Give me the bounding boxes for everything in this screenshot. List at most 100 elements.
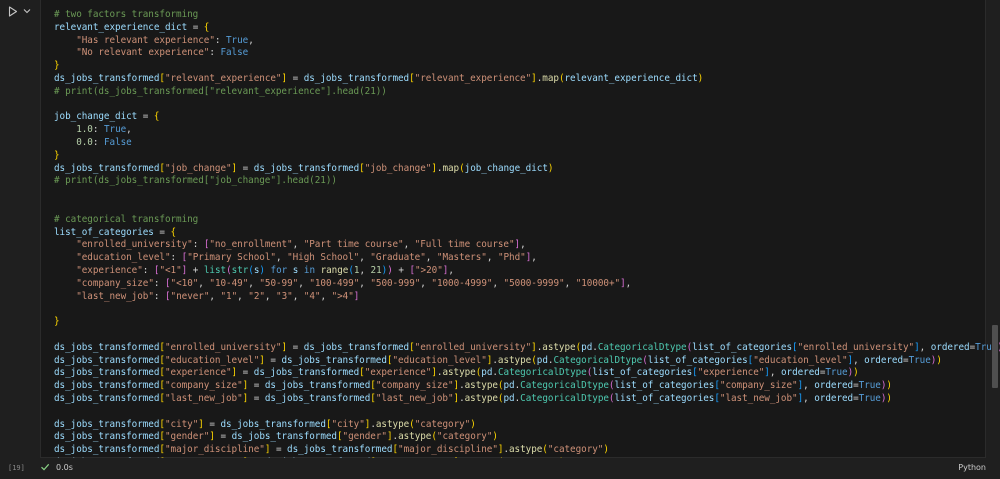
code-token: job_change_dict (54, 111, 138, 123)
code-token: ds_jobs_transformed (287, 444, 393, 456)
code-token: : (153, 277, 165, 289)
code-token: , (625, 277, 632, 289)
code-token: list_of_categories (692, 341, 792, 353)
code-line: 1.0: True, (54, 124, 1000, 137)
check-icon (40, 462, 50, 472)
code-token: , (264, 290, 277, 302)
code-editor[interactable]: # two factors transforming relevant_exper… (54, 9, 1000, 470)
code-token: ordered (864, 354, 904, 366)
run-icon[interactable] (6, 4, 20, 18)
code-token: "last_new_job" (375, 392, 454, 404)
chevron-down-icon[interactable] (22, 6, 32, 16)
code-token: , (769, 367, 781, 379)
run-controls (6, 4, 32, 18)
code-token: { (153, 111, 160, 123)
code-token: "gender" (164, 431, 210, 443)
code-token: : (142, 264, 154, 276)
code-token: list_of_categories (614, 392, 715, 404)
code-token: "education_level" (76, 252, 171, 264)
code-token: "job_change" (164, 162, 232, 174)
code-line: "experience": ["<1"] + list(str(s) for s… (54, 265, 1000, 278)
code-token: map (442, 162, 460, 174)
code-token: ds_jobs_transformed (220, 418, 326, 430)
code-token: list_of_categories (614, 380, 715, 392)
code-token: ordered (930, 341, 970, 353)
code-token: ) (886, 392, 892, 404)
code-token: "company_size" (76, 277, 154, 289)
code-token: str (231, 264, 249, 276)
code-token: CategoricalDtype (520, 380, 609, 392)
code-token: = (237, 367, 254, 379)
scrollbar-thumb[interactable] (992, 325, 998, 388)
code-token: ) (492, 431, 498, 443)
code-token: , (237, 290, 249, 302)
code-token: map (542, 72, 559, 84)
code-token: : (92, 136, 104, 148)
code-line: job_change_dict = { (54, 111, 1000, 124)
code-token: , (248, 34, 254, 46)
code-token: , (359, 252, 371, 264)
code-token: # two factors transforming (54, 9, 199, 20)
code-token: astype (542, 341, 576, 353)
code-token: ds_jobs_transformed (231, 431, 337, 443)
code-token: , (248, 277, 260, 289)
code-token: ) (547, 162, 554, 174)
code-token: "enrolled_university" (797, 341, 915, 353)
code-token: "1000-4999" (431, 277, 493, 289)
code-token: ">20" (415, 264, 443, 276)
code-token: = (248, 392, 265, 404)
code-token: "Primary School" (187, 252, 276, 264)
code-line: ds_jobs_transformed["job_change"] = ds_j… (54, 163, 1000, 176)
code-token: "experience" (76, 264, 143, 276)
code-token: ds_jobs_transformed (54, 72, 160, 84)
code-token: range (320, 264, 349, 276)
code-token: "city" (164, 418, 199, 430)
code-token: # categorical transforming (54, 213, 199, 225)
code-line: ds_jobs_transformed["enrolled_university… (54, 342, 1000, 355)
code-token: True (226, 34, 249, 46)
code-token: "1" (220, 290, 238, 302)
code-token: "High School" (287, 252, 360, 264)
code-token: = (237, 162, 254, 174)
code-line: ds_jobs_transformed["relevant_experience… (54, 73, 1000, 86)
code-token: { (203, 21, 210, 33)
code-token: in (303, 264, 315, 276)
code-token: : (92, 124, 104, 136)
code-token: ds_jobs_transformed (54, 444, 160, 456)
code-token: "500-999" (370, 277, 421, 289)
code-token: : (153, 290, 165, 302)
code-token: "Phd" (497, 252, 526, 264)
code-token: "never" (170, 290, 210, 302)
code-token: "education_level" (164, 354, 260, 366)
code-token: ds_jobs_transformed (54, 162, 160, 174)
code-token: CategoricalDtype (597, 341, 687, 353)
vertical-scrollbar[interactable] (990, 0, 998, 479)
code-token: "No relevant experience" (76, 47, 210, 59)
code-token: , (919, 341, 931, 353)
code-token: True (103, 124, 127, 136)
code-line: # print(ds_jobs_transformed["relevant_ex… (54, 86, 1000, 99)
code-token: ) (697, 72, 704, 84)
code-token: = (203, 418, 221, 430)
code-token: ds_jobs_transformed (54, 392, 160, 404)
code-token: "2" (248, 290, 265, 302)
code-cell[interactable]: # two factors transforming relevant_exper… (40, 0, 1000, 468)
code-token: "Full time course" (414, 239, 515, 251)
code-token: ds_jobs_transformed (303, 72, 410, 84)
code-line: ds_jobs_transformed["city"] = ds_jobs_tr… (54, 419, 1000, 432)
code-token: ordered (814, 392, 854, 404)
code-token: , (853, 354, 865, 366)
code-token: ds_jobs_transformed (253, 162, 360, 174)
language-selector[interactable]: Python (958, 463, 986, 472)
code-token: } (54, 60, 60, 72)
code-token: "category" (414, 418, 471, 430)
code-token: "category" (547, 444, 604, 456)
code-token: CategoricalDtype (553, 354, 643, 366)
